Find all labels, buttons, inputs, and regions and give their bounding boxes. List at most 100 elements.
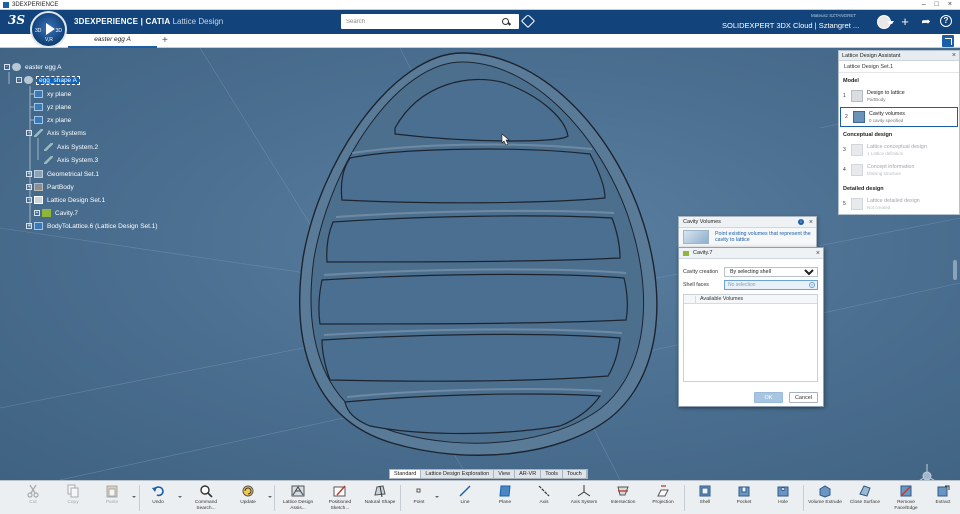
shell-faces-field[interactable]: No selection × [724, 280, 818, 290]
help-icon[interactable]: ? [940, 15, 954, 29]
ds-logo-icon[interactable]: 3S [8, 13, 25, 29]
close-icon[interactable]: × [816, 248, 820, 259]
volume-extrude-button[interactable]: Volume Extrude [805, 484, 845, 514]
shell-button[interactable]: Shell [685, 484, 725, 514]
available-volumes-list[interactable]: Available Volumes [683, 294, 818, 382]
undo-button[interactable]: Undo [138, 484, 178, 514]
view-compass-icon[interactable] [915, 462, 939, 480]
tab-tools[interactable]: Tools [541, 470, 564, 478]
lattice-design-assistant-button[interactable]: Lattice Design Assis... [278, 484, 318, 514]
step-lattice-conceptual[interactable]: 3 Lattice conceptual design 1 Lattice de… [839, 141, 959, 161]
close-icon[interactable]: × [948, 1, 952, 8]
step-concept-information[interactable]: 4 Concept information Missing structure [839, 161, 959, 181]
tab-easter-egg-a[interactable]: easter egg A [68, 34, 157, 48]
expand-icon[interactable] [942, 35, 954, 47]
collapse-icon[interactable]: - [26, 130, 32, 136]
tree-lattice-design-set[interactable]: - Lattice Design Set.1 [26, 195, 105, 205]
tab-lattice-design-exploration[interactable]: Lattice Design Exploration [421, 470, 495, 478]
tree-partbody[interactable]: + PartBody [26, 182, 74, 192]
plane-button[interactable]: Plane [485, 484, 525, 514]
hole-button[interactable]: Hole [763, 484, 803, 514]
paste-dropdown-icon[interactable] [132, 496, 136, 498]
axis-system-button[interactable]: Axis System [564, 484, 604, 514]
close-icon[interactable]: × [809, 217, 813, 228]
available-volumes-header[interactable]: Available Volumes [684, 295, 817, 304]
tree-cavity-7[interactable]: + Cavity.7 [34, 208, 78, 218]
point-button[interactable]: Point [399, 484, 439, 514]
cavity-hint: Point existing volumes that represent th… [679, 228, 816, 245]
expand-icon[interactable]: + [26, 171, 32, 177]
undo-dropdown-icon[interactable] [178, 496, 182, 498]
step-cavity-volumes[interactable]: 2 Cavity volumes 0 cavity specified [840, 107, 958, 127]
step-lattice-detailed[interactable]: 5 Lattice detailed design Not created [839, 195, 959, 215]
tree-axis-systems[interactable]: - Axis Systems [26, 128, 86, 138]
tree-yz-plane[interactable]: yz plane [34, 102, 71, 112]
step-number: 1 [843, 93, 846, 99]
viewport-scrollbar[interactable] [953, 260, 957, 280]
search-box[interactable] [341, 14, 519, 29]
tab-view[interactable]: View [494, 470, 516, 478]
dialog-title: Cavity Volumes i × [679, 217, 816, 228]
collapse-icon[interactable]: - [26, 197, 32, 203]
close-surface-button[interactable]: Close Surface [845, 484, 885, 514]
compass-icon[interactable]: 3D 3D V,R [30, 11, 67, 48]
expand-icon[interactable]: + [26, 184, 32, 190]
avatar[interactable] [877, 15, 894, 29]
copy-button[interactable]: Copy [53, 484, 93, 514]
tab-ar-vr[interactable]: AR-VR [515, 470, 542, 478]
command-search-button[interactable]: Command Search... [186, 484, 226, 514]
clear-selection-icon[interactable]: × [809, 282, 815, 288]
tree-xy-plane[interactable]: xy plane [34, 89, 71, 99]
remove-face-edge-button[interactable]: Remove Face/Edge [886, 484, 926, 514]
document-tab-bar: easter egg A + [0, 34, 960, 48]
tree-geometrical-set[interactable]: + Geometrical Set.1 [26, 169, 99, 179]
collapse-icon[interactable]: - [16, 77, 22, 83]
expand-icon[interactable]: + [34, 210, 40, 216]
natural-shape-button[interactable]: Natural Shape [360, 484, 400, 514]
tab-touch[interactable]: Touch [563, 470, 587, 478]
extract-button[interactable]: Extract [926, 484, 960, 514]
axis-button[interactable]: Axis [524, 484, 564, 514]
share-icon[interactable]: ➦ [919, 15, 933, 29]
update-button[interactable]: Update [228, 484, 268, 514]
lattice-set-label[interactable]: Lattice Design Set.1 [839, 61, 959, 73]
tree-zx-plane[interactable]: zx plane [34, 115, 71, 125]
lattice-set-icon [34, 196, 43, 204]
ok-button[interactable]: OK [754, 392, 783, 403]
point-dropdown-icon[interactable] [435, 496, 439, 498]
line-button[interactable]: Line [445, 484, 485, 514]
step-design-to-lattice[interactable]: 1 Design to lattice PartBody [839, 87, 959, 107]
collapse-icon[interactable]: - [4, 64, 10, 70]
cut-button[interactable]: Cut [13, 484, 53, 514]
intersection-button[interactable]: Intersection [603, 484, 643, 514]
tool-label: Copy [67, 500, 79, 505]
tab-standard[interactable]: Standard [390, 470, 422, 478]
positioned-sketch-button[interactable]: Positioned Sketch... [320, 484, 360, 514]
search-input[interactable] [341, 15, 501, 28]
add-icon[interactable]: + [898, 15, 912, 29]
line-icon [459, 485, 471, 497]
tree-egg-shape[interactable]: - egg_shape A [16, 75, 80, 85]
platform-name[interactable]: SOLIDEXPERT 3DX Cloud | Sztangret ... [722, 21, 859, 30]
projection-button[interactable]: Projection [643, 484, 683, 514]
expand-icon[interactable]: + [26, 223, 32, 229]
pocket-button[interactable]: Pocket [724, 484, 764, 514]
close-icon[interactable]: × [952, 51, 956, 61]
tree-axis-system-2[interactable]: Axis System.2 [44, 142, 98, 152]
paste-button[interactable]: Paste [92, 484, 132, 514]
tree-axis-system-3[interactable]: Axis System.3 [44, 155, 98, 165]
panel-title: Lattice Design Assistant × [839, 51, 959, 61]
play-icon[interactable] [46, 23, 55, 35]
new-tab-button[interactable]: + [162, 34, 168, 47]
tree-body-to-lattice[interactable]: + BodyToLattice.6 (Lattice Design Set.1) [26, 221, 158, 231]
tag-icon[interactable] [520, 13, 536, 29]
cancel-button[interactable]: Cancel [789, 392, 818, 403]
cavity-creation-select[interactable]: By selecting shell [724, 267, 818, 277]
user-name: Mateusz SZTANGRET [811, 13, 857, 18]
search-icon[interactable] [501, 17, 511, 27]
update-dropdown-icon[interactable] [268, 496, 272, 498]
minimize-icon[interactable]: – [922, 1, 926, 8]
tree-root[interactable]: - easter egg A [4, 62, 62, 72]
info-icon[interactable]: i [798, 219, 804, 225]
maximize-icon[interactable]: □ [935, 1, 939, 8]
